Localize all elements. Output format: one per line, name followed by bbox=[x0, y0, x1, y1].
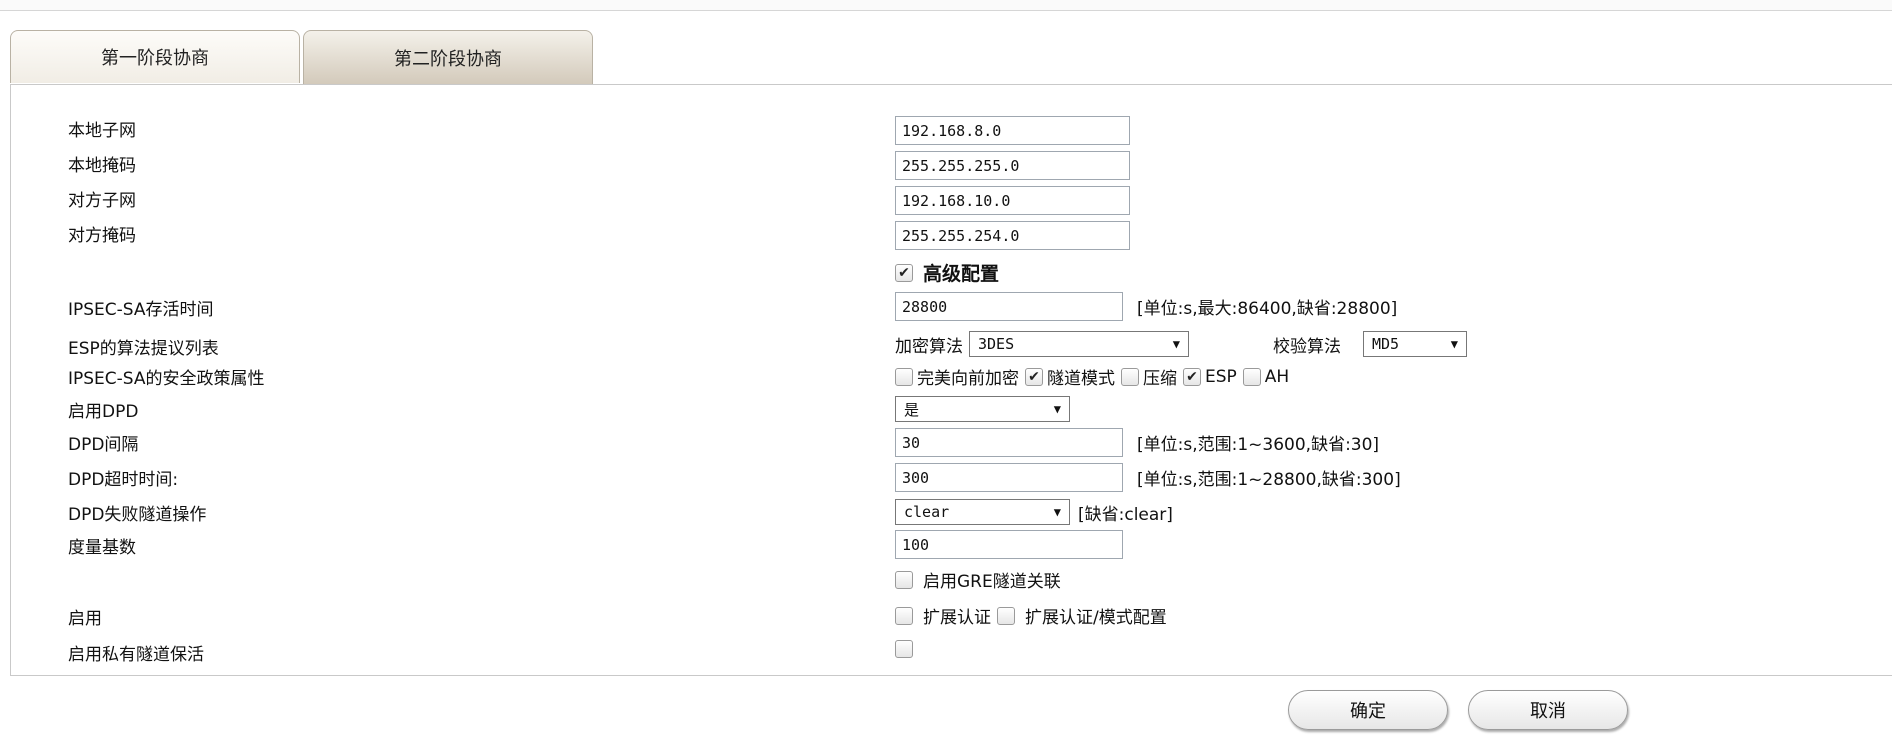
metric-row bbox=[895, 530, 1123, 559]
chevron-down-icon: ▼ bbox=[1053, 505, 1061, 519]
gre-link-row: 启用GRE隧道关联 bbox=[895, 567, 1067, 592]
gre-link-label: 启用GRE隧道关联 bbox=[923, 572, 1061, 592]
metric-label: 度量基数 bbox=[68, 538, 136, 558]
auth-algorithm-select[interactable]: MD5 ▼ bbox=[1363, 331, 1467, 357]
dpd-fail-action-value: clear bbox=[904, 503, 950, 521]
chevron-down-icon: ▼ bbox=[1450, 337, 1458, 351]
private-keepalive-label: 启用私有隧道保活 bbox=[68, 645, 204, 665]
advanced-checkbox[interactable]: ✔ bbox=[895, 263, 913, 282]
remote-mask-row bbox=[895, 221, 1130, 250]
compression-checkbox[interactable] bbox=[1121, 367, 1139, 386]
metric-input[interactable] bbox=[895, 530, 1123, 559]
sa-policy-label: IPSEC-SA的安全政策属性 bbox=[68, 369, 265, 389]
dpd-timeout-label: DPD超时时间: bbox=[68, 470, 179, 490]
dpd-interval-label: DPD间隔 bbox=[68, 435, 139, 455]
esp-label: ESP bbox=[1205, 366, 1237, 387]
enable-dpd-select[interactable]: 是 ▼ bbox=[895, 396, 1070, 422]
sa-lifetime-label: IPSEC-SA存活时间 bbox=[68, 300, 214, 320]
remote-mask-input[interactable] bbox=[895, 221, 1130, 250]
ok-button[interactable]: 确定 bbox=[1288, 690, 1448, 730]
dpd-interval-note: [单位:s,范围:1~3600,缺省:30] bbox=[1137, 435, 1380, 455]
dpd-interval-row: [单位:s,范围:1~3600,缺省:30] bbox=[895, 428, 1379, 457]
tab-phase1[interactable]: 第一阶段协商 bbox=[10, 30, 300, 83]
local-mask-row bbox=[895, 151, 1130, 180]
compression-label: 压缩 bbox=[1143, 369, 1177, 389]
remote-subnet-row bbox=[895, 186, 1130, 215]
local-subnet-label: 本地子网 bbox=[68, 121, 136, 141]
tunnel-mode-checkbox[interactable]: ✔ bbox=[1025, 367, 1043, 386]
enable-row: 扩展认证 扩展认证/模式配置 bbox=[895, 603, 1173, 628]
auth-algorithm-label: 校验算法 bbox=[1273, 336, 1341, 357]
remote-subnet-label: 对方子网 bbox=[68, 191, 136, 211]
cancel-button[interactable]: 取消 bbox=[1468, 690, 1628, 730]
esp-proposal-label: ESP的算法提议列表 bbox=[68, 339, 219, 359]
enable-label: 启用 bbox=[68, 609, 102, 629]
esp-proposal-row: 加密算法 3DES ▼ 校验算法 MD5 ▼ bbox=[895, 331, 1467, 357]
pfs-checkbox[interactable] bbox=[895, 367, 913, 386]
enc-algorithm-select[interactable]: 3DES ▼ bbox=[969, 331, 1189, 357]
dpd-timeout-input[interactable] bbox=[895, 463, 1123, 492]
ah-checkbox[interactable] bbox=[1242, 367, 1261, 386]
esp-checkbox[interactable]: ✔ bbox=[1183, 367, 1201, 386]
enable-dpd-value: 是 bbox=[904, 400, 920, 419]
dpd-timeout-note: [单位:s,范围:1~28800,缺省:300] bbox=[1137, 470, 1401, 490]
dpd-fail-action-row: clear ▼ [缺省:clear] bbox=[895, 499, 1173, 525]
gre-link-checkbox[interactable] bbox=[895, 570, 913, 589]
ext-auth-checkbox[interactable] bbox=[895, 606, 913, 625]
dpd-fail-action-select[interactable]: clear ▼ bbox=[895, 499, 1070, 525]
remote-mask-label: 对方掩码 bbox=[68, 226, 136, 246]
enable-dpd-row: 是 ▼ bbox=[895, 396, 1070, 422]
ext-auth-mode-checkbox[interactable] bbox=[997, 606, 1015, 625]
enc-algorithm-value: 3DES bbox=[978, 335, 1015, 353]
ext-auth-label: 扩展认证 bbox=[923, 608, 991, 628]
local-mask-input[interactable] bbox=[895, 151, 1130, 180]
auth-algorithm-value: MD5 bbox=[1372, 335, 1400, 353]
advanced-row: ✔ 高级配置 bbox=[895, 259, 999, 286]
local-mask-label: 本地掩码 bbox=[68, 156, 136, 176]
sa-policy-row: 完美向前加密 ✔ 隧道模式 压缩 ✔ ESP AH bbox=[895, 364, 1295, 389]
tunnel-mode-label: 隧道模式 bbox=[1047, 369, 1115, 389]
tab-phase2[interactable]: 第二阶段协商 bbox=[303, 30, 593, 84]
remote-subnet-input[interactable] bbox=[895, 186, 1130, 215]
local-subnet-input[interactable] bbox=[895, 116, 1130, 145]
private-keepalive-row bbox=[895, 640, 913, 658]
local-subnet-row bbox=[895, 116, 1130, 145]
advanced-label: 高级配置 bbox=[923, 263, 1000, 285]
private-keepalive-checkbox[interactable] bbox=[895, 640, 913, 658]
top-border bbox=[0, 0, 1892, 11]
enable-dpd-label: 启用DPD bbox=[68, 402, 139, 422]
ah-label: AH bbox=[1264, 366, 1290, 387]
dpd-timeout-row: [单位:s,范围:1~28800,缺省:300] bbox=[895, 463, 1401, 492]
dpd-fail-action-label: DPD失败隧道操作 bbox=[68, 505, 207, 525]
chevron-down-icon: ▼ bbox=[1053, 402, 1061, 416]
ext-auth-mode-label: 扩展认证/模式配置 bbox=[1025, 608, 1167, 628]
sa-lifetime-note: [单位:s,最大:86400,缺省:28800] bbox=[1137, 299, 1398, 319]
pfs-label: 完美向前加密 bbox=[917, 369, 1019, 389]
sa-lifetime-row: [单位:s,最大:86400,缺省:28800] bbox=[895, 292, 1397, 321]
dpd-interval-input[interactable] bbox=[895, 428, 1123, 457]
enc-algorithm-label: 加密算法 bbox=[895, 336, 963, 357]
chevron-down-icon: ▼ bbox=[1172, 337, 1180, 351]
dpd-fail-action-note: [缺省:clear] bbox=[1078, 504, 1173, 525]
sa-lifetime-input[interactable] bbox=[895, 292, 1123, 321]
